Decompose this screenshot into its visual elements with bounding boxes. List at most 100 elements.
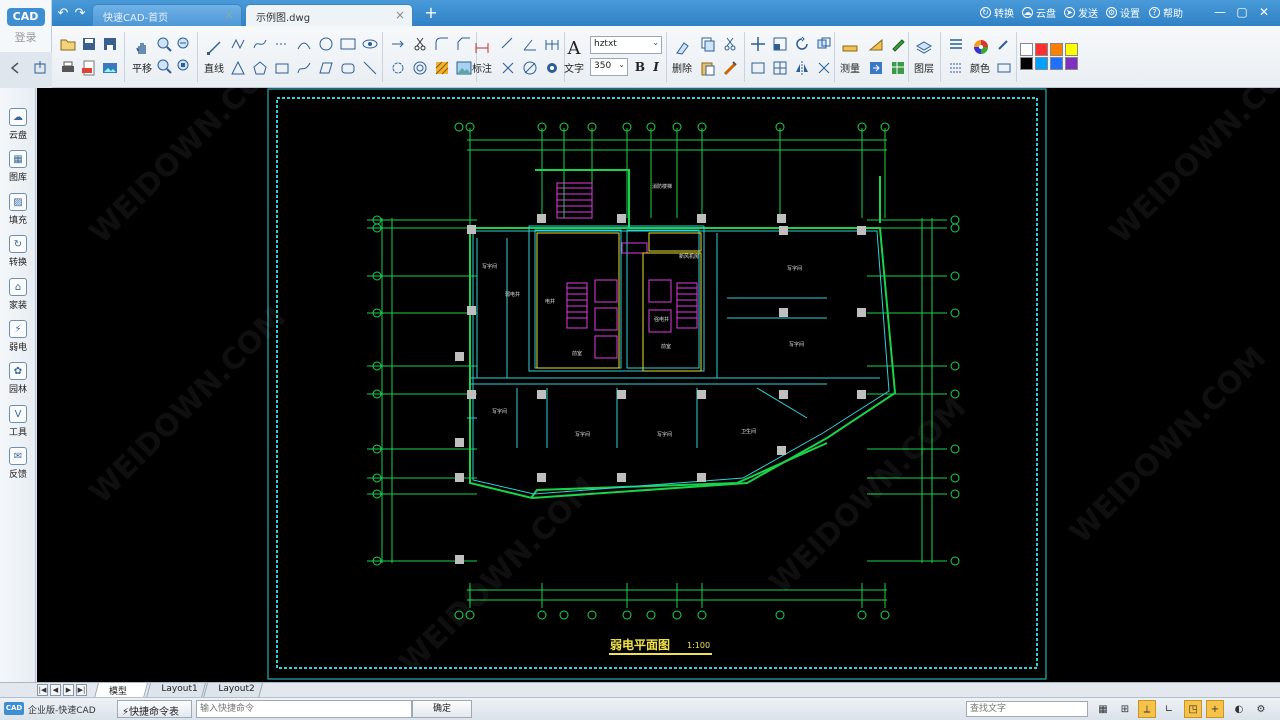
new-tab-button[interactable]: + — [420, 5, 442, 23]
sidebar-item-garden[interactable]: ✿ 园林 — [0, 358, 36, 400]
array-icon[interactable] — [814, 34, 834, 54]
dotted-line-icon[interactable] — [272, 34, 292, 54]
color-match-icon[interactable] — [994, 58, 1014, 78]
command-ok-button[interactable]: 确定 — [412, 700, 472, 718]
zoom-window-icon[interactable] — [154, 56, 174, 76]
triangle-icon[interactable] — [228, 58, 248, 78]
swatch-white[interactable] — [1020, 43, 1033, 56]
settings-button[interactable]: ⚙ 设置 — [1106, 5, 1140, 20]
import-icon[interactable] — [30, 58, 50, 78]
color-picker-icon[interactable] — [994, 34, 1014, 54]
undo-arrow-icon[interactable]: ↶ — [55, 6, 71, 21]
sidebar-item-convert[interactable]: ↻ 转换 — [0, 231, 36, 273]
rounded-rect-icon[interactable] — [338, 58, 358, 78]
drawing-canvas[interactable]: 写字间 写字间 写字间 写字间 写字间 写字间 前室 前室 电井 新风机房 强电… — [37, 88, 1280, 682]
help-button[interactable]: ? 帮助 — [1149, 5, 1183, 20]
explode-icon[interactable] — [814, 58, 834, 78]
snap-icon[interactable]: ⊞ — [1116, 700, 1134, 718]
insert-block-icon[interactable] — [866, 58, 886, 78]
zoom-out-icon[interactable] — [174, 34, 194, 54]
swatch-blue[interactable] — [1050, 57, 1063, 70]
aligned-dim-icon[interactable] — [498, 34, 518, 54]
parallelogram-icon[interactable] — [316, 58, 336, 78]
sidebar-item-gallery[interactable]: ▦ 图库 — [0, 146, 36, 188]
color-wheel-status-icon[interactable]: ◐ — [1230, 700, 1248, 718]
next-layout-button[interactable]: ▶ — [63, 684, 74, 696]
copy-icon[interactable] — [698, 34, 718, 54]
osnap-icon[interactable]: ⟂ — [1138, 700, 1156, 718]
scale-icon[interactable] — [770, 34, 790, 54]
pencil-icon[interactable] — [888, 34, 908, 54]
print-icon[interactable] — [58, 58, 78, 78]
pdf-icon[interactable] — [79, 58, 99, 78]
swatch-black[interactable] — [1020, 57, 1033, 70]
swatch-purple[interactable] — [1065, 57, 1078, 70]
color-wheel-icon[interactable] — [970, 36, 992, 58]
zoom-in-icon[interactable] — [154, 34, 174, 54]
swatch-cyan[interactable] — [1035, 57, 1048, 70]
view-icon[interactable] — [360, 34, 380, 54]
line-type-icon[interactable] — [946, 58, 966, 78]
eraser-icon[interactable] — [670, 36, 694, 60]
continuous-dim-icon[interactable] — [542, 34, 562, 54]
settings-status-icon[interactable]: ⚙ — [1252, 700, 1270, 718]
tab-model[interactable]: 模型 — [93, 683, 149, 698]
sidebar-item-electric[interactable]: ⚡ 弱电 — [0, 316, 36, 358]
sidebar-item-cloud[interactable]: ☁ 云盘 — [0, 104, 36, 146]
angle-dim-icon[interactable] — [520, 34, 540, 54]
app-logo[interactable]: CAD 登录 — [0, 0, 52, 52]
sidebar-item-home[interactable]: ⌂ 家装 — [0, 274, 36, 316]
italic-button[interactable]: I — [646, 57, 666, 77]
swatch-orange[interactable] — [1050, 43, 1063, 56]
table-icon[interactable] — [888, 58, 908, 78]
back-icon[interactable] — [6, 58, 26, 78]
sidebar-item-hatch[interactable]: ▨ 填充 — [0, 189, 36, 231]
match-props-icon[interactable] — [720, 58, 740, 78]
text-size-select[interactable]: 350 ⌄ — [590, 58, 628, 76]
sidebar-item-tool[interactable]: V 工具 — [0, 401, 36, 443]
prev-layout-button[interactable]: ◀ — [50, 684, 61, 696]
convert-button[interactable]: ↻ 转换 — [980, 5, 1014, 20]
tab-drawing-close-icon[interactable]: × — [395, 8, 405, 22]
measure-icon[interactable] — [838, 36, 862, 60]
rectangle-icon[interactable] — [272, 58, 292, 78]
hatch-tool-icon[interactable] — [432, 58, 452, 78]
swatch-red[interactable] — [1035, 43, 1048, 56]
tab-layout2[interactable]: Layout2 — [202, 683, 264, 698]
trim-icon[interactable] — [410, 34, 430, 54]
cut-icon[interactable] — [720, 34, 740, 54]
last-layout-button[interactable]: ▶| — [76, 684, 87, 696]
send-button[interactable]: ➤ 发送 — [1064, 5, 1098, 20]
command-input[interactable] — [196, 700, 412, 718]
find-text-input[interactable] — [966, 701, 1088, 717]
image-insert-icon[interactable] — [338, 34, 358, 54]
first-layout-button[interactable]: |◀ — [37, 684, 48, 696]
offset-icon[interactable] — [410, 58, 430, 78]
open-file-icon[interactable] — [58, 34, 78, 54]
swatch-yellow[interactable] — [1065, 43, 1078, 56]
pentagon-icon[interactable] — [250, 58, 270, 78]
line-tool-icon[interactable] — [202, 36, 226, 60]
layer-icon[interactable] — [912, 36, 936, 60]
rotate-icon[interactable] — [388, 58, 408, 78]
radius-dim-icon[interactable] — [498, 58, 518, 78]
polyline-icon[interactable] — [228, 34, 248, 54]
grid-icon[interactable]: ▦ — [1094, 700, 1112, 718]
tab-layout1[interactable]: Layout1 — [145, 683, 207, 698]
zoom-extents-icon[interactable] — [174, 56, 194, 76]
mirror-icon[interactable] — [792, 58, 812, 78]
circle-tool-icon[interactable] — [316, 34, 336, 54]
crosshair-icon[interactable]: + — [1206, 700, 1224, 718]
ray-icon[interactable] — [360, 58, 380, 78]
maximize-button[interactable]: ▢ — [1232, 3, 1252, 21]
diameter-dim-icon[interactable] — [520, 58, 540, 78]
save-icon[interactable] — [79, 34, 99, 54]
move-icon[interactable] — [748, 34, 768, 54]
extend-icon[interactable] — [388, 34, 408, 54]
font-select[interactable]: hztxt ⌄ — [590, 36, 662, 54]
rotate-tool-icon[interactable] — [792, 34, 812, 54]
redo-arrow-icon[interactable]: ↷ — [72, 6, 88, 21]
login-button[interactable]: 登录 — [15, 29, 37, 45]
dimension-icon[interactable] — [470, 36, 494, 60]
tab-home[interactable]: 快速CAD-首页 × — [92, 4, 242, 26]
